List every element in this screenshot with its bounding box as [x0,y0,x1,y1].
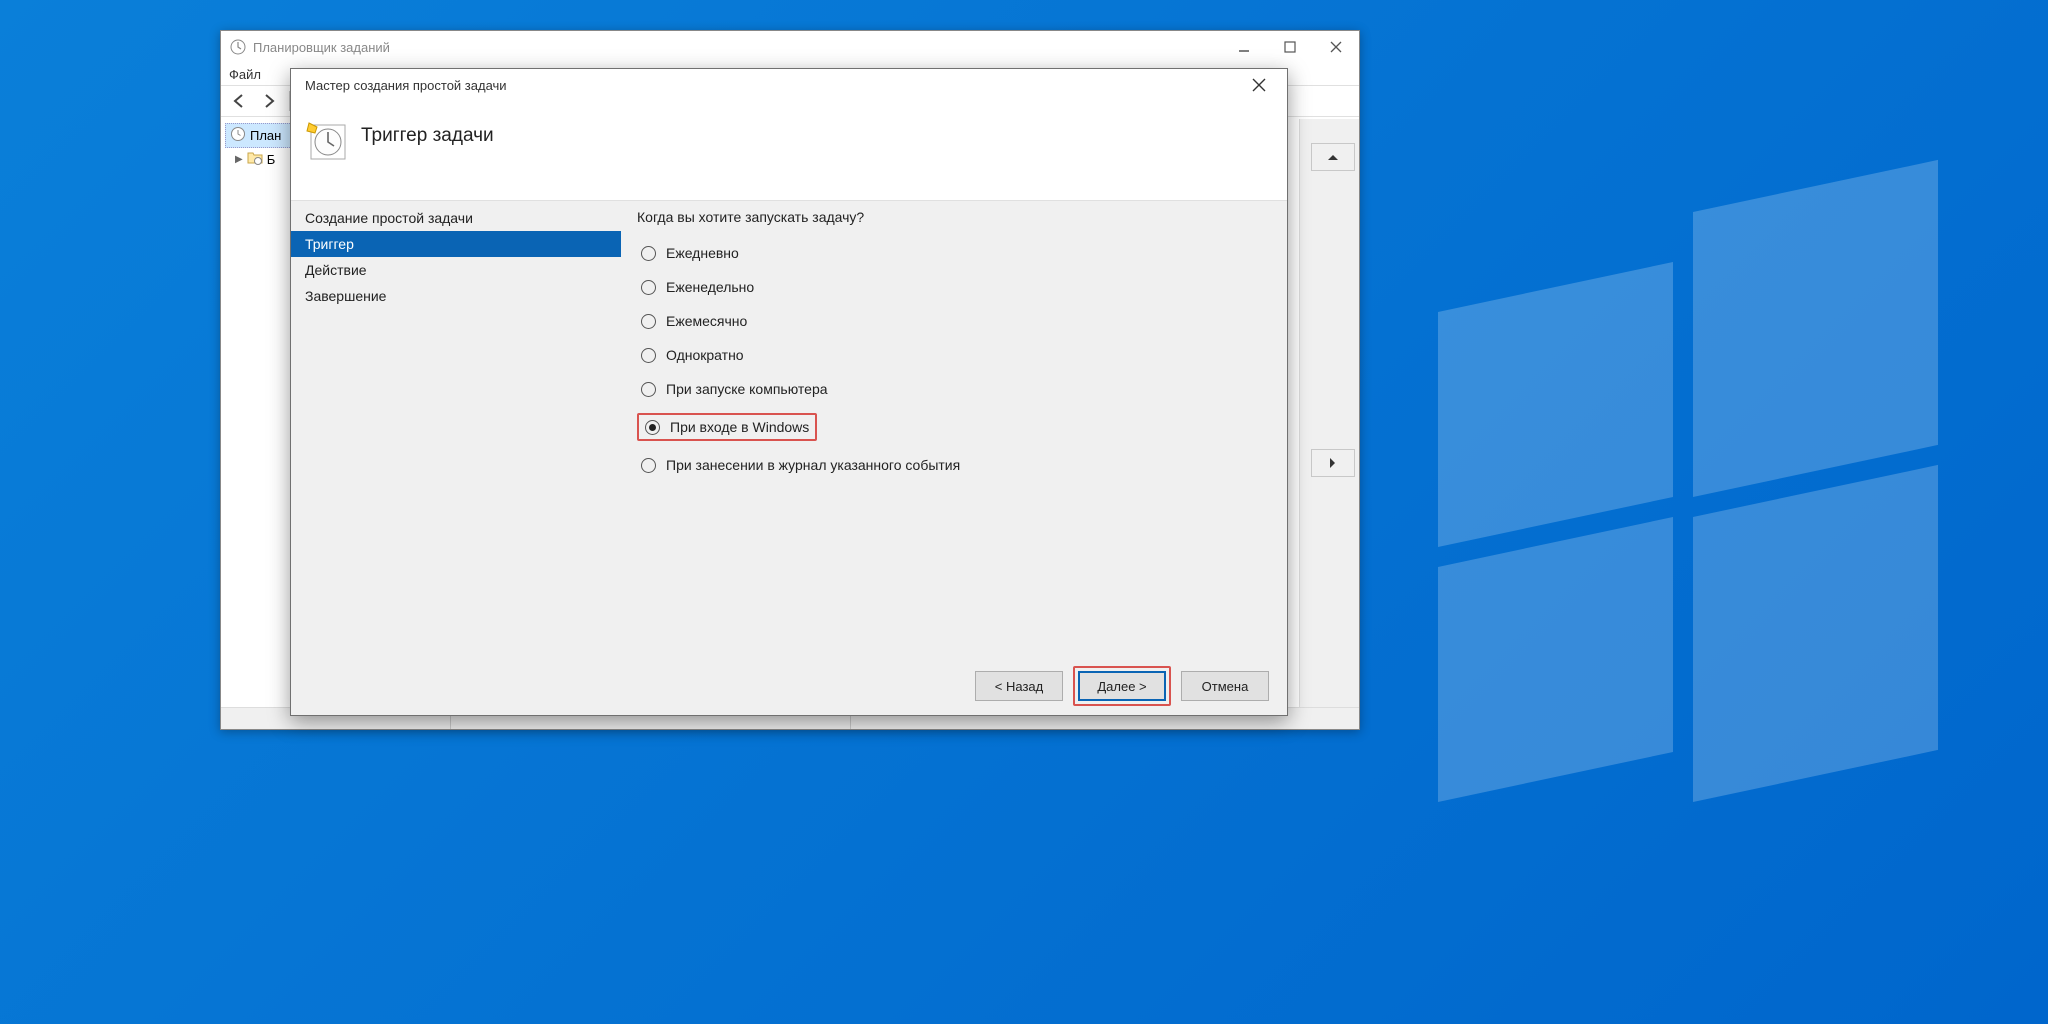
radio-icon [641,382,656,397]
wizard-content: Когда вы хотите запускать задачу? Ежедне… [621,201,1287,657]
close-icon[interactable] [1239,71,1279,99]
radio-icon [645,420,660,435]
wizard-footer: < Назад Далее > Отмена [291,657,1287,715]
scroll-up-button[interactable] [1311,143,1355,171]
option-label: Ежемесячно [666,313,747,329]
option-label: Ежедневно [666,245,739,261]
wizard-title: Мастер создания простой задачи [305,78,507,93]
create-task-wizard: Мастер создания простой задачи Триггер з… [290,68,1288,716]
tree-library-label: Б [267,152,276,167]
back-button[interactable]: < Назад [975,671,1063,701]
step-finish[interactable]: Завершение [291,283,621,309]
radio-icon [641,458,656,473]
folder-clock-icon [247,150,263,169]
next-button[interactable]: Далее > [1078,671,1166,701]
step-trigger[interactable]: Триггер [291,231,621,257]
radio-icon [641,314,656,329]
window-title: Планировщик заданий [253,40,390,55]
radio-icon [641,348,656,363]
step-action[interactable]: Действие [291,257,621,283]
option-once[interactable]: Однократно [637,345,1271,365]
wizard-header: Триггер задачи [291,101,1287,201]
option-logon[interactable]: При входе в Windows [637,413,817,441]
forward-icon[interactable] [255,87,283,115]
clock-icon [229,38,247,56]
option-event[interactable]: При занесении в журнал указанного событи… [637,455,1271,475]
trigger-options: Ежедневно Еженедельно Ежемесячно Однокра… [637,243,1271,475]
wizard-clock-icon [305,119,347,161]
trigger-question: Когда вы хотите запускать задачу? [637,209,1271,225]
titlebar[interactable]: Планировщик заданий [221,31,1359,63]
clock-icon [230,126,246,145]
menu-file[interactable]: Файл [229,67,261,82]
actions-panel [1299,119,1359,707]
wizard-steps: Создание простой задачи Триггер Действие… [291,201,621,657]
option-weekly[interactable]: Еженедельно [637,277,1271,297]
option-label: Однократно [666,347,744,363]
radio-icon [641,280,656,295]
close-button[interactable] [1313,31,1359,63]
option-monthly[interactable]: Ежемесячно [637,311,1271,331]
option-label: При входе в Windows [670,419,809,435]
maximize-button[interactable] [1267,31,1313,63]
chevron-right-icon[interactable]: ▶ [235,154,243,165]
next-button-highlight: Далее > [1073,666,1171,706]
wizard-titlebar[interactable]: Мастер создания простой задачи [291,69,1287,101]
option-label: При запуске компьютера [666,381,828,397]
back-icon[interactable] [225,87,253,115]
option-label: Еженедельно [666,279,754,295]
windows-logo [1438,262,1938,762]
option-daily[interactable]: Ежедневно [637,243,1271,263]
wizard-header-title: Триггер задачи [361,119,494,147]
cancel-button[interactable]: Отмена [1181,671,1269,701]
option-label: При занесении в журнал указанного событи… [666,457,960,473]
tree-root-label: План [250,128,281,143]
expand-right-button[interactable] [1311,449,1355,477]
step-create[interactable]: Создание простой задачи [291,205,621,231]
option-startup[interactable]: При запуске компьютера [637,379,1271,399]
radio-icon [641,246,656,261]
minimize-button[interactable] [1221,31,1267,63]
wizard-body: Создание простой задачи Триггер Действие… [291,201,1287,657]
